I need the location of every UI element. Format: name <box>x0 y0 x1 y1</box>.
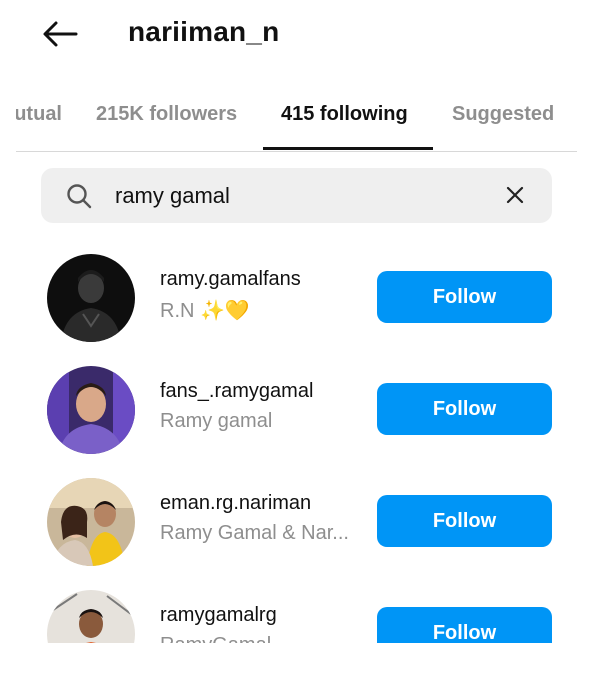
list-item[interactable]: ramy.gamalfans R.N ✨💛 Follow <box>0 254 593 366</box>
profile-photo-icon <box>47 254 135 342</box>
username[interactable]: fans_.ramygamal <box>160 380 313 403</box>
profile-photo-icon <box>47 366 135 454</box>
username[interactable]: eman.rg.nariman <box>160 492 311 515</box>
follow-button[interactable]: Follow <box>377 495 552 547</box>
follow-button[interactable]: Follow <box>377 607 552 643</box>
avatar[interactable] <box>47 478 135 566</box>
full-name: RamyGamal <box>160 634 271 643</box>
follow-button[interactable]: Follow <box>377 383 552 435</box>
avatar[interactable] <box>47 366 135 454</box>
list-item[interactable]: ramygamalrg RamyGamal Follow <box>0 590 593 643</box>
username[interactable]: ramygamalrg <box>160 604 277 627</box>
following-screen: nariiman_n utual 215K followers 415 foll… <box>0 0 593 685</box>
avatar[interactable] <box>47 254 135 342</box>
full-name: Ramy Gamal & Nar... <box>160 522 349 544</box>
full-name: Ramy gamal <box>160 410 273 432</box>
profile-photo-icon <box>47 590 135 643</box>
avatar[interactable] <box>47 590 135 643</box>
full-name: R.N ✨💛 <box>160 300 250 322</box>
list-item[interactable]: fans_.ramygamal Ramy gamal Follow <box>0 366 593 478</box>
username[interactable]: ramy.gamalfans <box>160 268 301 291</box>
list-item[interactable]: eman.rg.nariman Ramy Gamal & Nar... Foll… <box>0 478 593 590</box>
profile-photo-icon <box>47 478 135 566</box>
follow-button[interactable]: Follow <box>377 271 552 323</box>
user-list: ramy.gamalfans R.N ✨💛 Follow fans_.ramyg… <box>0 0 593 643</box>
